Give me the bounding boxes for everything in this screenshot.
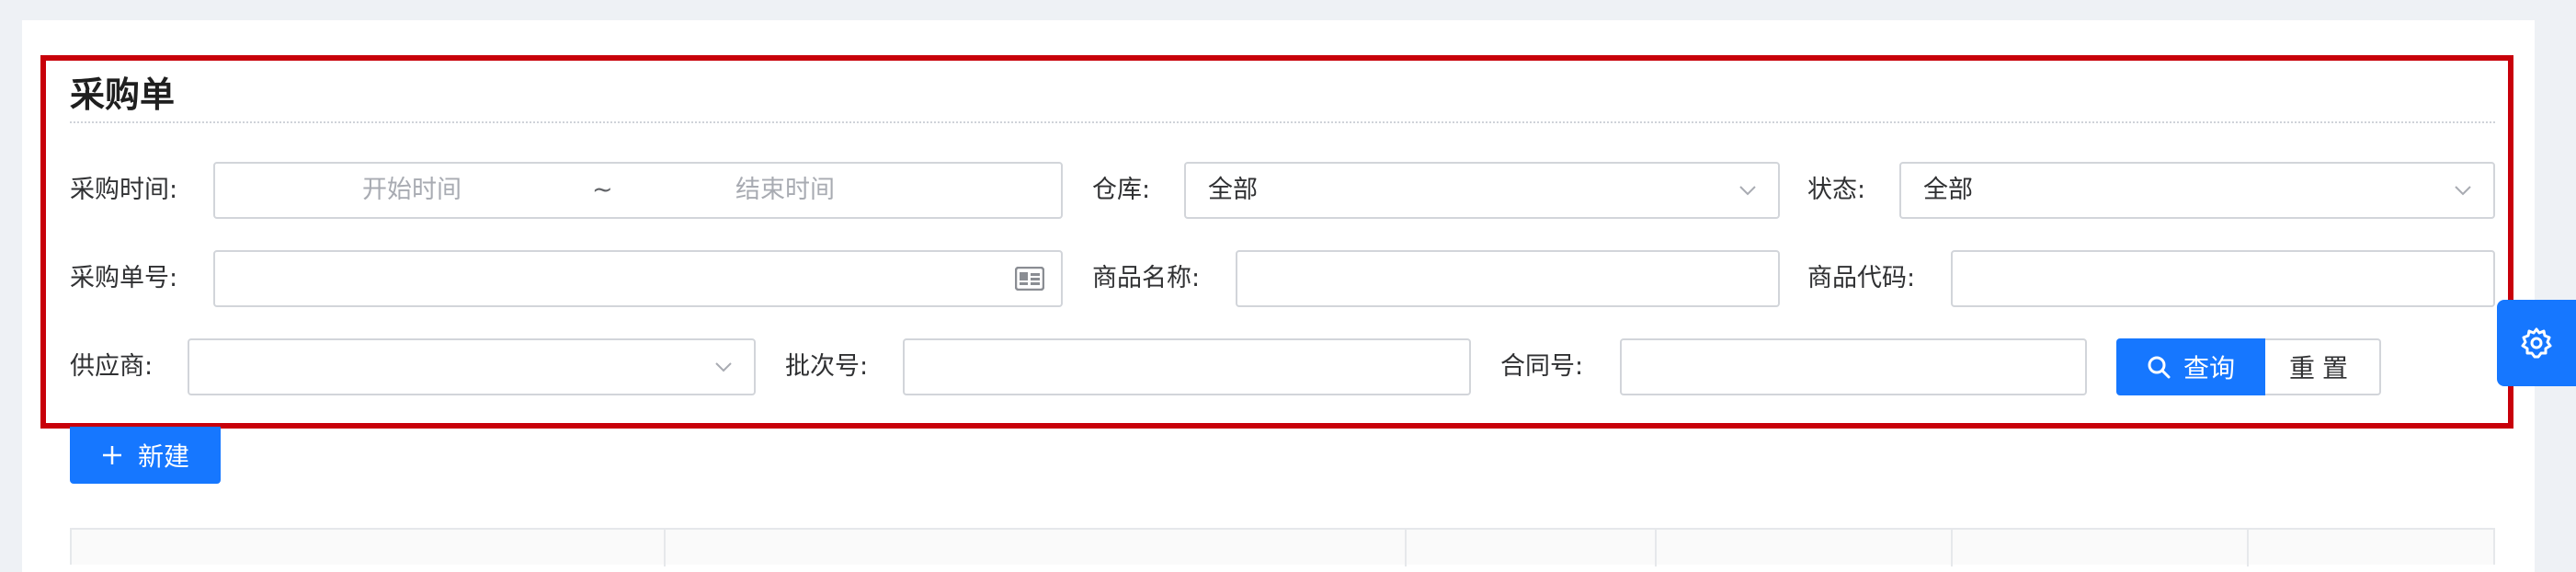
id-card-icon[interactable] [1015,267,1044,291]
query-button-label: 查询 [2183,353,2235,383]
warehouse-label: 仓库: [1092,176,1151,204]
purchase-time-range-picker[interactable]: 开始时间 ~ 结束时间 [213,162,1063,219]
status-select-value: 全部 [1923,176,1973,204]
warehouse-select[interactable]: 全部 [1184,162,1780,219]
product-code-label: 商品代码: [1807,264,1916,292]
chevron-down-icon [1739,186,1756,196]
supplier-label: 供应商: [70,352,154,381]
column-divider [664,530,666,566]
end-time-input[interactable]: 结束时间 [735,164,835,217]
purchase-time-label: 采购时间: [70,176,178,204]
new-button[interactable]: 新建 [70,427,221,484]
batch-no-input[interactable] [903,338,1471,395]
column-divider [1655,530,1657,566]
reset-button-label: 重置 [2288,353,2355,383]
table-header [70,528,2495,566]
plus-icon [102,446,121,464]
product-name-input[interactable] [1236,250,1780,307]
start-time-input[interactable]: 开始时间 [362,164,462,217]
status-label: 状态: [1807,176,1866,204]
column-divider [1405,530,1407,566]
order-no-label: 采购单号: [70,264,178,292]
order-no-input[interactable] [213,250,1063,307]
reset-button[interactable]: 重置 [2265,338,2381,395]
status-select[interactable]: 全部 [1899,162,2495,219]
title-divider [70,121,2495,123]
product-name-label: 商品名称: [1092,264,1201,292]
product-code-input[interactable] [1951,250,2495,307]
chevron-down-icon [715,362,732,372]
contract-no-label: 合同号: [1500,352,1584,381]
contract-no-input[interactable] [1620,338,2087,395]
page-title: 采购单 [70,74,176,115]
gear-icon [2521,327,2552,359]
chevron-down-icon [2455,186,2471,196]
column-divider [2247,530,2249,566]
new-button-label: 新建 [137,441,189,472]
settings-tab[interactable] [2497,300,2576,386]
range-separator: ~ [592,176,613,204]
query-button[interactable]: 查询 [2116,338,2265,395]
supplier-select[interactable] [188,338,756,395]
search-icon [2148,356,2171,379]
warehouse-select-value: 全部 [1208,176,1258,204]
batch-no-label: 批次号: [785,352,869,381]
column-divider [1951,530,1953,566]
